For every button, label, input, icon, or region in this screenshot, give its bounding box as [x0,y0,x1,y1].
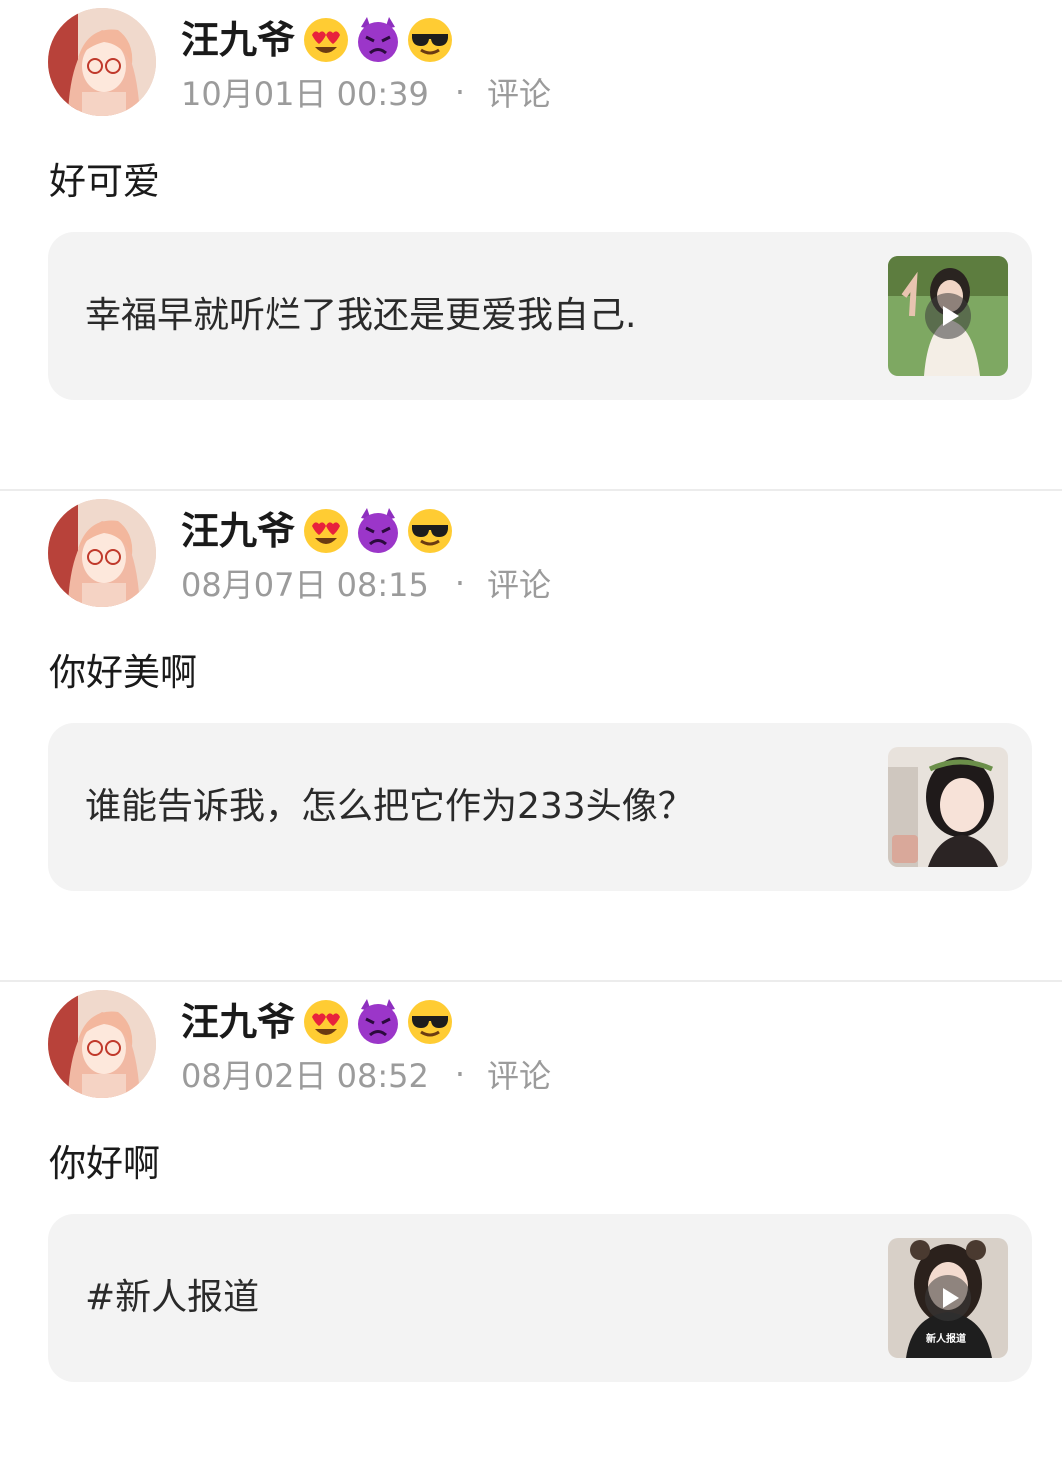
post-item[interactable]: 汪九爷 10月01日 00:39 · 评论 好可爱 幸福早就听烂了我还是更爱我自… [0,0,1062,491]
meta-separator: · [454,1055,466,1093]
post-timestamp: 08月02日 08:52 [181,1057,429,1095]
quoted-post-card[interactable]: #新人报道 新人报道 [48,1214,1032,1382]
post-text: 你好美啊 [49,651,197,694]
meta-separator: · [454,73,466,111]
user-avatar[interactable] [48,990,156,1098]
user-avatar[interactable] [48,8,156,116]
post-text: 你好啊 [49,1142,160,1185]
sunglasses-emoji-icon [408,1000,453,1044]
image-thumbnail[interactable] [888,747,1008,867]
post-text: 好可爱 [49,160,160,203]
quoted-post-text: 谁能告诉我，怎么把它作为233头像？ [85,786,694,827]
quoted-post-text: 幸福早就听烂了我还是更爱我自己. [85,295,637,336]
sunglasses-emoji-icon [408,509,453,553]
post-item[interactable]: 汪九爷 08月02日 08:52 · 评论 你好啊 #新人报道 新人报道 [0,982,1062,1473]
angry-devil-emoji-icon [358,999,399,1044]
comment-button[interactable]: 评论 [487,69,551,115]
video-thumbnail[interactable] [888,256,1008,376]
heart-eyes-emoji-icon [304,18,349,62]
quoted-post-card[interactable]: 谁能告诉我，怎么把它作为233头像？ [48,723,1032,891]
angry-devil-emoji-icon [358,508,399,553]
video-thumbnail[interactable]: 新人报道 [888,1238,1008,1358]
play-icon [925,1275,971,1321]
thumbnail-caption: 新人报道 [926,1334,966,1345]
sunglasses-emoji-icon [408,18,453,62]
username[interactable]: 汪九爷 [181,505,295,557]
comment-button[interactable]: 评论 [487,1051,551,1097]
comment-button[interactable]: 评论 [487,560,551,606]
post-item[interactable]: 汪九爷 08月07日 08:15 · 评论 你好美啊 谁能告诉我，怎么把它作为2… [0,491,1062,982]
play-icon [925,293,971,339]
post-timestamp: 10月01日 00:39 [181,75,429,113]
heart-eyes-emoji-icon [304,509,349,553]
username[interactable]: 汪九爷 [181,14,295,66]
user-avatar[interactable] [48,499,156,607]
post-timestamp: 08月07日 08:15 [181,566,429,604]
quoted-post-text: #新人报道 [85,1277,260,1318]
username[interactable]: 汪九爷 [181,996,295,1048]
post-feed: 汪九爷 10月01日 00:39 · 评论 好可爱 幸福早就听烂了我还是更爱我自… [0,0,1062,1473]
quoted-post-card[interactable]: 幸福早就听烂了我还是更爱我自己. [48,232,1032,400]
meta-separator: · [454,564,466,602]
heart-eyes-emoji-icon [304,1000,349,1044]
angry-devil-emoji-icon [358,17,399,62]
